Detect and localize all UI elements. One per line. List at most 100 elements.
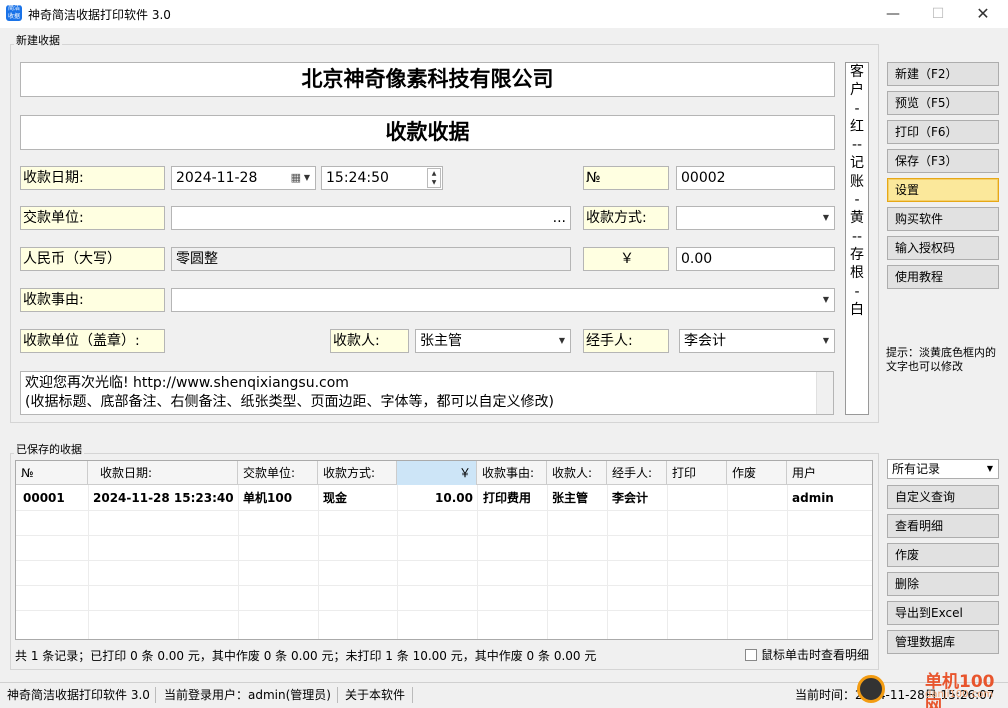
payer-label[interactable]: 交款单位: [20, 206, 165, 230]
view-details-button[interactable]: 查看明细 [887, 514, 999, 538]
reason-label[interactable]: 收款事由: [20, 288, 165, 312]
side-char: - [854, 283, 860, 300]
filter-value: 所有记录 [892, 462, 941, 476]
note-scrollbar[interactable] [816, 372, 833, 414]
close-button[interactable]: ✕ [960, 0, 1006, 28]
saved-receipts-table[interactable]: № 收款日期: 交款单位: 收款方式: ￥ 收款事由: 收款人: 经手人: 打印… [15, 460, 873, 640]
tutorial-button[interactable]: 使用教程 [887, 265, 999, 289]
cell-method: 现金 [323, 491, 348, 505]
side-char: - [854, 100, 860, 117]
cell-printed [665, 486, 672, 510]
minimize-button[interactable]: — [870, 0, 916, 28]
chevron-down-icon[interactable]: ▼ [987, 460, 993, 478]
save-button[interactable]: 保存（F3） [887, 149, 999, 173]
handler-label[interactable]: 经手人: [583, 329, 669, 353]
column-header-method[interactable]: 收款方式: [318, 461, 397, 485]
chevron-down-icon[interactable]: ▼ [304, 167, 310, 189]
column-header-payer[interactable]: 交款单位: [238, 461, 318, 485]
filter-select[interactable]: 所有记录 ▼ [887, 459, 999, 479]
method-select[interactable]: ▼ [676, 206, 835, 230]
print-button[interactable]: 打印（F6） [887, 120, 999, 144]
number-label[interactable]: № [583, 166, 669, 190]
delete-button[interactable]: 删除 [887, 572, 999, 596]
chevron-down-icon[interactable]: ▼ [823, 289, 829, 311]
date-label[interactable]: 收款日期: [20, 166, 165, 190]
note-line-1: 欢迎您再次光临! http://www.shenqixiangsu.com [25, 375, 349, 391]
about-link[interactable]: 关于本软件 [345, 683, 405, 707]
status-app-name: 神奇简洁收据打印软件 3.0 [7, 688, 150, 702]
date-picker[interactable]: 2024-11-28 ▦ ▼ [171, 166, 316, 190]
column-header-amount[interactable]: ￥ [397, 461, 477, 485]
column-header-date[interactable]: 收款日期: [88, 461, 238, 485]
receipt-title[interactable]: 收款收据 [20, 115, 835, 150]
grid-line [16, 610, 872, 611]
column-header-handler[interactable]: 经手人: [607, 461, 667, 485]
enter-license-button[interactable]: 输入授权码 [887, 236, 999, 260]
preview-button[interactable]: 预览（F5） [887, 91, 999, 115]
spinner-arrows-icon[interactable]: ▲ ▼ [427, 168, 441, 188]
status-separator [155, 687, 156, 703]
column-header-printed[interactable]: 打印 [667, 461, 727, 485]
table-row[interactable]: 00001 2024-11-28 15:23:40 单机100 现金 10.00… [16, 486, 872, 510]
ellipsis-button[interactable]: ... [553, 207, 566, 229]
side-char: -- [851, 228, 863, 245]
receiver-select[interactable]: 张主管 ▼ [415, 329, 571, 353]
rmb-label[interactable]: 人民币（大写） [20, 247, 165, 271]
title-bar: 简洁收据 神奇简洁收据打印软件 3.0 — ☐ ✕ [0, 0, 1008, 28]
column-header-user[interactable]: 用户 [787, 461, 872, 485]
chevron-down-icon[interactable]: ▼ [823, 207, 829, 229]
column-header-no[interactable]: № [16, 461, 88, 485]
yen-label[interactable]: ￥ [583, 247, 669, 271]
column-header-reason[interactable]: 收款事由: [477, 461, 547, 485]
status-separator [337, 687, 338, 703]
side-char: 账 [850, 173, 864, 190]
checkbox-box[interactable] [745, 649, 757, 661]
new-receipt-group [10, 44, 879, 423]
cell-user: admin [792, 491, 834, 505]
status-current-user: 当前登录用户：admin(管理员) [164, 688, 331, 702]
side-char: 客 [850, 64, 864, 80]
buy-software-button[interactable]: 购买软件 [887, 207, 999, 231]
time-spinner[interactable]: 15:24:50 ▲ ▼ [321, 166, 443, 190]
side-note[interactable]: 客 户 - 红 -- 记 账 - 黄 -- 存 根 - 白 [845, 62, 869, 415]
click-detail-checkbox[interactable]: 鼠标单击时查看明细 [745, 646, 869, 663]
reason-select[interactable]: ▼ [171, 288, 835, 312]
cell-date: 2024-11-28 15:23:40 [93, 491, 234, 505]
window-title: 神奇简洁收据打印软件 3.0 [28, 8, 171, 22]
side-char: 根 [850, 265, 864, 282]
column-header-void[interactable]: 作废 [727, 461, 787, 485]
cell-void [725, 486, 732, 510]
receiver-label[interactable]: 收款人: [330, 329, 409, 353]
new-button[interactable]: 新建（F2） [887, 62, 999, 86]
receiver-value: 张主管 [420, 333, 462, 349]
settings-button[interactable]: 设置 [887, 178, 999, 202]
manage-database-button[interactable]: 管理数据库 [887, 630, 999, 654]
payer-field[interactable]: ... [171, 206, 571, 230]
custom-query-button[interactable]: 自定义查询 [887, 485, 999, 509]
chevron-down-icon[interactable]: ▼ [559, 330, 565, 352]
calendar-icon[interactable]: ▦ [291, 167, 301, 189]
side-char: 存 [850, 246, 864, 263]
void-button[interactable]: 作废 [887, 543, 999, 567]
chevron-down-icon[interactable]: ▼ [823, 330, 829, 352]
grid-line [16, 510, 872, 511]
app-icon: 简洁收据 [6, 5, 22, 21]
bottom-note-textarea[interactable]: 欢迎您再次光临! http://www.shenqixiangsu.com (收… [20, 371, 834, 415]
stamp-label[interactable]: 收款单位（盖章）: [20, 329, 165, 353]
cell-receiver: 张主管 [552, 491, 589, 505]
grid-line [16, 560, 872, 561]
export-excel-button[interactable]: 导出到Excel [887, 601, 999, 625]
column-header-receiver[interactable]: 收款人: [547, 461, 607, 485]
maximize-button[interactable]: ☐ [915, 0, 961, 28]
company-name[interactable]: 北京神奇像素科技有限公司 [20, 62, 835, 97]
note-line-2: (收据标题、底部备注、右侧备注、纸张类型、页面边距、字体等，都可以自定义修改) [25, 394, 554, 410]
handler-select[interactable]: 李会计 ▼ [679, 329, 835, 353]
method-label[interactable]: 收款方式: [583, 206, 669, 230]
grid-line [16, 585, 872, 586]
amount-field[interactable]: 0.00 [676, 247, 835, 271]
cell-amount: 10.00 [435, 491, 473, 505]
cell-handler: 李会计 [612, 491, 649, 505]
watermark-logo: 单机100网 danji100.com [855, 665, 1005, 708]
status-separator [412, 687, 413, 703]
number-field[interactable]: 00002 [676, 166, 835, 190]
